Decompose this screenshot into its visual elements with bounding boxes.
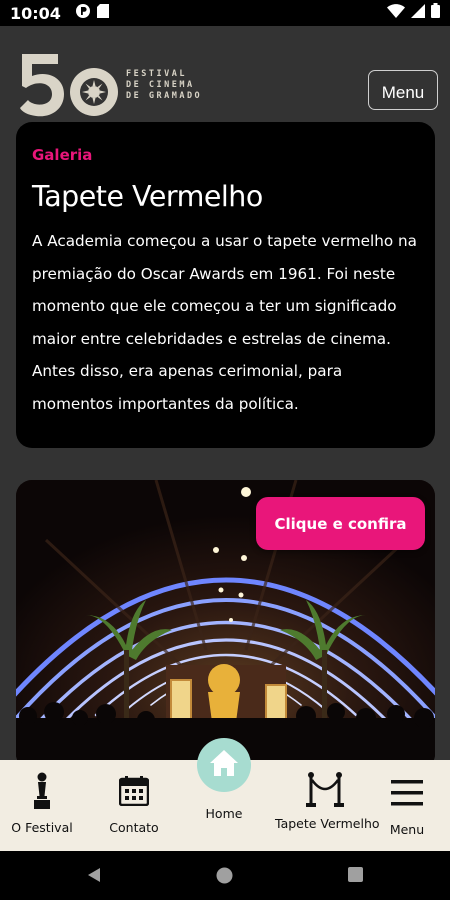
signal-icon <box>411 3 425 23</box>
app-notification-icon <box>75 3 91 24</box>
header-menu-button[interactable]: Menu <box>368 70 438 110</box>
trophy-icon <box>31 772 53 813</box>
clock: 10:04 <box>10 3 61 23</box>
back-icon[interactable] <box>86 867 102 888</box>
nav-label: Tapete Vermelho <box>275 816 380 831</box>
article-body: A Academia começou a usar o tapete verme… <box>32 232 417 413</box>
article-title: Tapete Vermelho <box>32 180 263 213</box>
home-button[interactable] <box>197 738 251 792</box>
article-card: Galeria Tapete Vermelho A Academia começ… <box>16 122 435 448</box>
sd-card-icon <box>96 3 109 23</box>
calendar-icon <box>118 776 150 809</box>
recents-icon[interactable] <box>348 867 363 887</box>
stanchion-icon <box>305 772 345 811</box>
nav-label: Contato <box>109 820 159 835</box>
nav-label: Menu <box>389 822 425 837</box>
battery-icon <box>431 3 440 23</box>
logo-line: DE GRAMADO <box>126 90 203 101</box>
home-system-icon[interactable] <box>216 867 233 889</box>
nav-item-contato[interactable]: Contato <box>92 760 176 851</box>
home-icon <box>209 749 239 782</box>
logo-line: DE CINEMA <box>126 79 195 90</box>
wifi-icon <box>387 3 405 23</box>
nav-item-tapete-vermelho[interactable]: Tapete Vermelho <box>272 760 380 851</box>
nav-label: Home <box>205 806 243 821</box>
nav-item-menu[interactable]: Menu <box>382 760 432 851</box>
see-more-button[interactable]: Clique e confira <box>256 497 425 550</box>
logo-50-mark <box>20 54 118 117</box>
hamburger-icon <box>391 780 423 809</box>
nav-item-festival[interactable]: O Festival <box>0 760 84 851</box>
status-bar: 10:04 <box>0 0 450 26</box>
logo-wordmark: FESTIVAL DE CINEMA DE GRAMADO <box>126 69 202 102</box>
logo-line: FESTIVAL <box>126 68 187 79</box>
category-label: Galeria <box>32 146 93 164</box>
nav-label: O Festival <box>11 820 73 835</box>
system-navigation-bar <box>0 851 450 900</box>
festival-logo: FESTIVAL DE CINEMA DE GRAMADO <box>18 52 202 118</box>
